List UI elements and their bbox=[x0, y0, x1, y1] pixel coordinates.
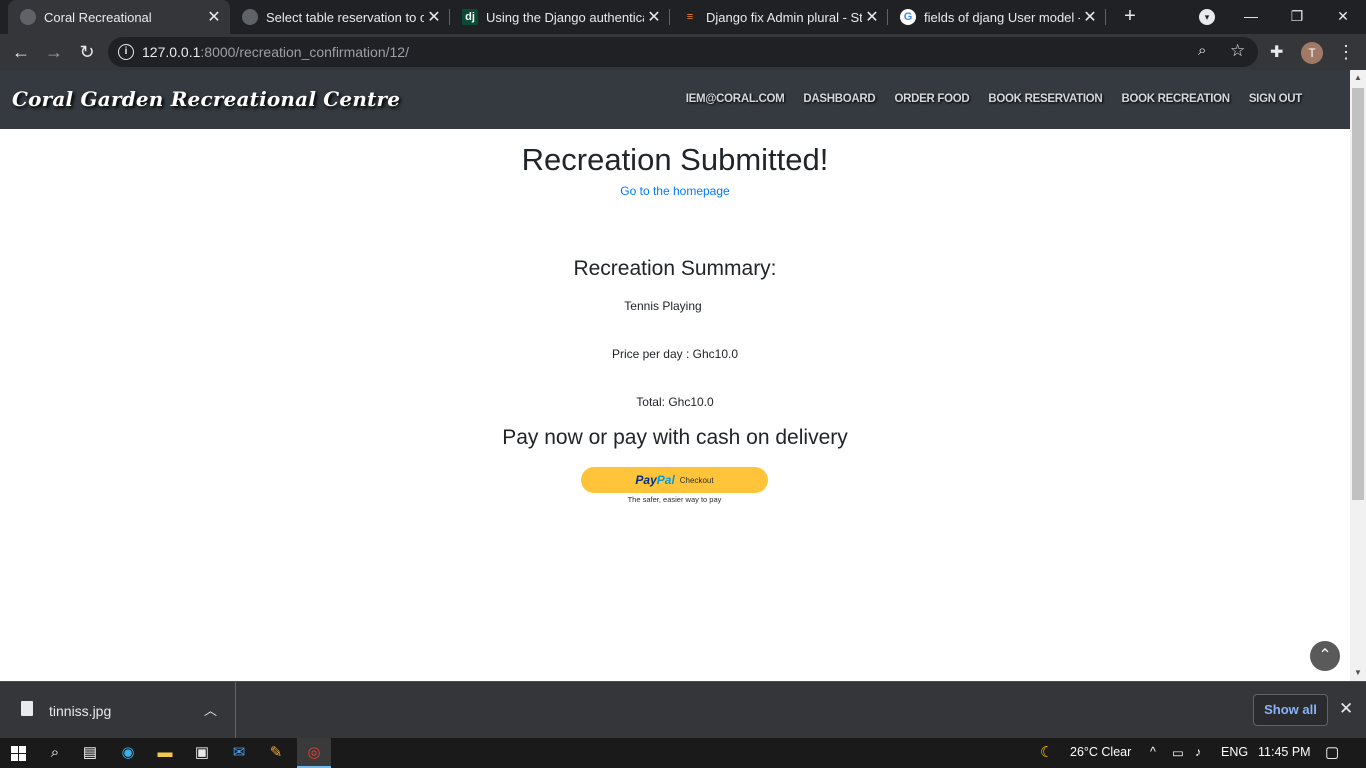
language-indicator[interactable]: ENG bbox=[1221, 745, 1248, 759]
paint-icon[interactable]: ✎ bbox=[265, 742, 287, 764]
forward-arrow-icon[interactable]: → bbox=[42, 40, 66, 64]
page-scrollbar[interactable]: ▲ ▼ bbox=[1350, 70, 1366, 681]
site-navbar: Coral Garden Recreational Centre IEM@COR… bbox=[0, 70, 1350, 129]
globe-icon bbox=[20, 9, 36, 25]
paypal-tagline: The safer, easier way to pay bbox=[627, 495, 722, 504]
stackoverflow-icon: ≡ bbox=[686, 11, 694, 23]
page-viewport: Coral Garden Recreational Centre IEM@COR… bbox=[0, 70, 1350, 681]
back-arrow-icon[interactable]: ← bbox=[9, 40, 33, 64]
mail-icon[interactable]: ✉ bbox=[228, 742, 250, 764]
site-info-icon[interactable]: i bbox=[118, 44, 134, 60]
tab-close-icon[interactable]: ✕ bbox=[1080, 7, 1100, 27]
nav-book-reservation[interactable]: BOOK RESERVATION bbox=[988, 93, 1102, 105]
site-brand[interactable]: Coral Garden Recreational Centre bbox=[12, 87, 400, 111]
chevron-up-icon[interactable]: ︿ bbox=[204, 700, 217, 719]
minimize-button[interactable]: — bbox=[1228, 0, 1274, 32]
scrollbar-thumb[interactable] bbox=[1352, 88, 1364, 500]
download-item[interactable]: tinniss.jpg ︿ bbox=[0, 682, 236, 739]
nav-sign-out[interactable]: SIGN OUT bbox=[1249, 93, 1302, 105]
paypal-button-label: Checkout bbox=[679, 475, 714, 485]
chrome-icon[interactable]: ◎ bbox=[303, 742, 325, 764]
scroll-down-arrow-icon[interactable]: ▼ bbox=[1350, 665, 1366, 681]
paypal-checkout-button[interactable]: PayPal Checkout bbox=[581, 467, 768, 493]
chrome-menu-icon[interactable]: ⋮ bbox=[1336, 42, 1356, 62]
price-per-day: Price per day : Ghc10.0 bbox=[611, 347, 739, 361]
edge-browser-icon[interactable]: ◉ bbox=[117, 742, 139, 764]
clock[interactable]: 11:45 PM bbox=[1258, 745, 1311, 759]
globe-icon bbox=[242, 9, 258, 25]
nav-book-recreation[interactable]: BOOK RECREATION bbox=[1121, 93, 1230, 105]
back-to-top-icon[interactable]: ⌃ bbox=[1310, 641, 1340, 671]
tab-title: Select table reservation to ch bbox=[266, 9, 424, 25]
windows-taskbar: ⌕ ▤ ◉ ▬ ▣ ✉ ✎ ◎ ☾ 26°C Clear ^ ▭ ♪ ENG 1… bbox=[0, 738, 1366, 768]
tab-close-icon[interactable]: ✕ bbox=[204, 7, 224, 27]
download-bar: tinniss.jpg ︿ Show all ✕ bbox=[0, 681, 1366, 739]
weather-text[interactable]: 26°C Clear bbox=[1070, 745, 1131, 759]
tab-select-table[interactable]: Select table reservation to ch ✕ bbox=[230, 0, 450, 34]
url-text: 127.0.0.1:8000/recreation_confirmation/1… bbox=[142, 44, 409, 60]
file-icon bbox=[21, 701, 33, 716]
page-title: Recreation Submitted! bbox=[521, 142, 829, 177]
restore-button[interactable]: ❐ bbox=[1274, 0, 1320, 32]
tab-django-user-model[interactable]: G fields of djang User model - G ✕ bbox=[888, 0, 1106, 34]
tab-search-icon[interactable]: ▾ bbox=[1199, 9, 1215, 25]
profile-avatar[interactable]: T bbox=[1301, 42, 1323, 64]
nav-dashboard[interactable]: DASHBOARD bbox=[803, 93, 875, 105]
window-close-button[interactable]: ✕ bbox=[1320, 0, 1366, 32]
tab-title: Coral Recreational bbox=[44, 9, 152, 25]
url-host: 127.0.0.1 bbox=[142, 44, 201, 60]
tab-title: fields of djang User model - G bbox=[924, 9, 1080, 25]
new-tab-button[interactable]: + bbox=[1118, 4, 1142, 28]
scroll-up-arrow-icon[interactable]: ▲ bbox=[1350, 70, 1366, 86]
google-icon: G bbox=[900, 9, 916, 25]
bookmark-star-icon[interactable]: ☆ bbox=[1230, 41, 1245, 61]
homepage-link[interactable]: Go to the homepage bbox=[0, 184, 1350, 198]
paypal-logo-pal: Pal bbox=[656, 473, 675, 487]
windows-start-icon[interactable] bbox=[11, 746, 26, 761]
notification-icon[interactable]: ▢ bbox=[1325, 743, 1339, 761]
paypal-logo-pay: Pay bbox=[635, 473, 657, 487]
nav-user-email[interactable]: IEM@CORAL.COM bbox=[686, 93, 785, 105]
download-file-name: tinniss.jpg bbox=[49, 703, 112, 719]
show-all-button[interactable]: Show all bbox=[1253, 694, 1328, 726]
browser-toolbar: ← → ↻ i 127.0.0.1:8000/recreation_confir… bbox=[0, 34, 1366, 70]
tab-close-icon[interactable]: ✕ bbox=[862, 7, 882, 27]
tab-close-icon[interactable]: ✕ bbox=[644, 7, 664, 27]
close-download-bar-icon[interactable]: ✕ bbox=[1339, 699, 1353, 719]
moon-weather-icon: ☾ bbox=[1040, 744, 1054, 761]
tab-title: Django fix Admin plural - Sta bbox=[706, 9, 862, 25]
reload-icon[interactable]: ↻ bbox=[75, 40, 99, 64]
tab-title: Using the Django authenticat bbox=[486, 9, 644, 25]
django-icon: dj bbox=[462, 9, 478, 25]
recreation-item: Tennis Playing bbox=[624, 299, 702, 313]
tray-chevron-up-icon[interactable]: ^ bbox=[1150, 745, 1156, 759]
summary-heading: Recreation Summary: bbox=[573, 257, 777, 280]
tab-close-icon[interactable]: ✕ bbox=[424, 7, 444, 27]
tab-django-auth[interactable]: dj Using the Django authenticat ✕ bbox=[450, 0, 670, 34]
battery-icon[interactable]: ▭ bbox=[1172, 745, 1184, 760]
search-icon[interactable]: ⌕ bbox=[44, 742, 66, 764]
tab-django-admin-plural[interactable]: ≡ Django fix Admin plural - Sta ✕ bbox=[670, 0, 888, 34]
payment-heading: Pay now or pay with cash on delivery bbox=[502, 426, 848, 449]
paypal-logo: PayPal bbox=[635, 473, 674, 487]
total-amount: Total: Ghc10.0 bbox=[636, 395, 714, 409]
tab-coral-recreational[interactable]: Coral Recreational ✕ bbox=[8, 0, 230, 34]
site-nav-links: IEM@CORAL.COM DASHBOARD ORDER FOOD BOOK … bbox=[686, 93, 1303, 105]
zoom-icon[interactable]: ⌕ bbox=[1198, 42, 1206, 59]
file-explorer-icon[interactable]: ▬ bbox=[154, 742, 176, 764]
nav-order-food[interactable]: ORDER FOOD bbox=[894, 93, 969, 105]
url-path: :8000/recreation_confirmation/12/ bbox=[200, 44, 409, 60]
volume-icon[interactable]: ♪ bbox=[1195, 745, 1201, 759]
store-icon[interactable]: ▣ bbox=[191, 742, 213, 764]
extensions-puzzle-icon[interactable]: ✚ bbox=[1270, 42, 1283, 62]
address-bar[interactable]: i 127.0.0.1:8000/recreation_confirmation… bbox=[108, 37, 1258, 67]
browser-tab-strip: Coral Recreational ✕ Select table reserv… bbox=[0, 0, 1366, 34]
task-view-icon[interactable]: ▤ bbox=[79, 742, 101, 764]
